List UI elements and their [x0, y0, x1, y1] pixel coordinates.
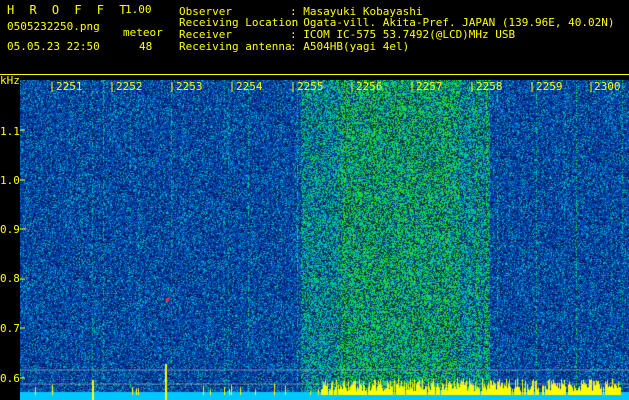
x-tick-2256: 2256	[356, 80, 383, 93]
y-unit-label: kHz	[0, 74, 20, 87]
antenna-value: : A504HB(yagi 4el)	[290, 40, 410, 53]
y-tick-1-1: 1.1	[0, 125, 20, 138]
app-version: 1.00	[125, 3, 152, 16]
count-value: 48	[139, 40, 153, 53]
app-name: H R O F F T	[7, 3, 131, 17]
filename: 0505232250.png	[7, 20, 100, 33]
antenna-label: Receiving antenna	[179, 40, 292, 53]
count-label: meteor	[123, 26, 163, 39]
y-tick-0-6: 0.6	[0, 372, 20, 385]
x-tick-2253: 2253	[176, 80, 203, 93]
x-tick-2259: 2259	[536, 80, 563, 93]
x-tick-2251: 2251	[56, 80, 83, 93]
header-separator	[0, 74, 629, 75]
y-tick-0-8: 0.8	[0, 272, 20, 285]
x-tick-2252: 2252	[116, 80, 143, 93]
x-tick-2258: 2258	[476, 80, 503, 93]
y-tick-0-9: 0.9	[0, 223, 20, 236]
spectrogram	[20, 80, 629, 400]
y-tick-0-7: 0.7	[0, 322, 20, 335]
x-tick-2254: 2254	[236, 80, 263, 93]
x-tick-2300: 2300	[594, 80, 621, 93]
datetime: 05.05.23 22:50	[7, 40, 100, 53]
y-tick-1-0: 1.0	[0, 174, 20, 187]
x-tick-2257: 2257	[416, 80, 443, 93]
x-tick-2255: 2255	[297, 80, 324, 93]
